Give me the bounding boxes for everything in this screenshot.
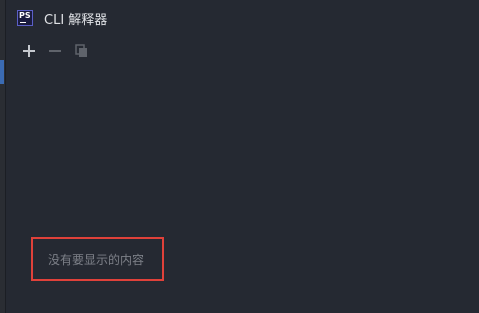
copy-icon	[74, 44, 87, 57]
left-side-strip	[0, 0, 6, 313]
toolbar	[20, 42, 90, 60]
title-bar: PS CLI 解释器	[6, 0, 479, 36]
app-icon-label: PS	[19, 11, 31, 20]
add-button[interactable]	[20, 42, 38, 60]
remove-button[interactable]	[46, 42, 64, 60]
minus-icon	[49, 50, 61, 52]
empty-state-text: 没有要显示的内容	[48, 252, 145, 267]
empty-state-highlight: 没有要显示的内容	[31, 237, 164, 281]
cli-interpreter-window: PS CLI 解释器 没有要显示的内容	[0, 0, 479, 313]
copy-button[interactable]	[72, 42, 90, 60]
window-title: CLI 解释器	[44, 13, 108, 28]
left-selection-accent	[0, 60, 4, 84]
phpstorm-app-icon: PS	[17, 10, 33, 26]
plus-icon	[23, 45, 35, 57]
